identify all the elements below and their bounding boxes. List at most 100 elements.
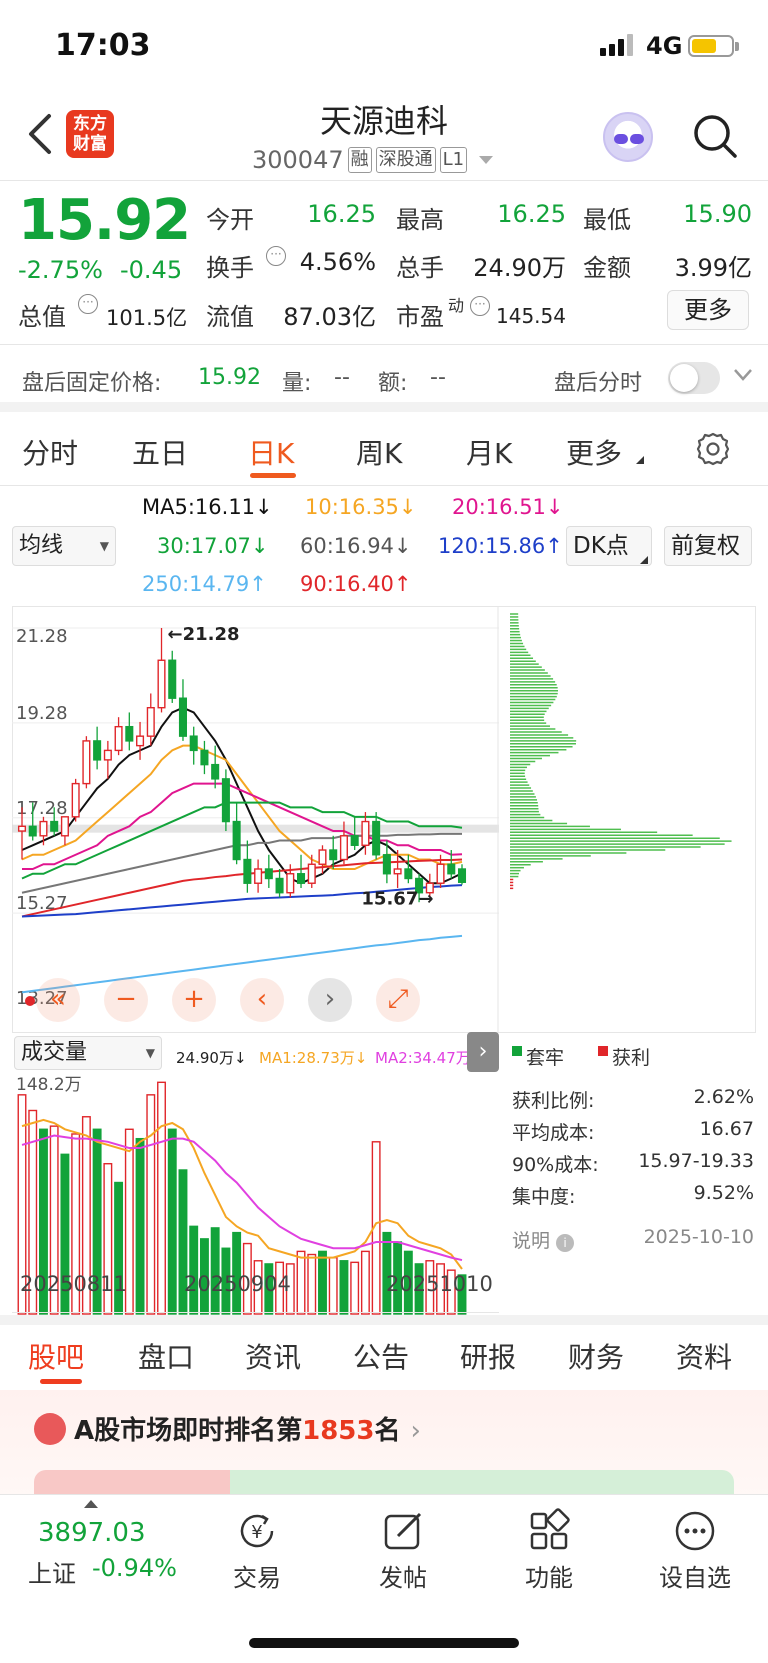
- vol-legend-current: 24.90万↓: [176, 1049, 247, 1067]
- pe-label: 市盈: [396, 303, 444, 331]
- sentiment-bar: [34, 1470, 734, 1494]
- tabbar-watchlist[interactable]: 设自选: [650, 1508, 740, 1593]
- candle-body: [93, 740, 102, 761]
- candle-body: [382, 854, 391, 875]
- tab-guba[interactable]: 股吧: [28, 1336, 84, 1376]
- candle-body: [286, 873, 295, 894]
- candle-body: [393, 868, 402, 875]
- note-label: 说明: [512, 1230, 551, 1252]
- index-value[interactable]: 3897.03: [38, 1518, 146, 1548]
- chart-control-button[interactable]: ›: [308, 978, 352, 1022]
- after-hours-vol: --: [334, 365, 350, 390]
- ma5-value: MA5:16.11↓: [142, 495, 273, 519]
- candle-body: [178, 697, 188, 737]
- volume-bar: [135, 1137, 145, 1315]
- chevron-down-icon[interactable]: [479, 156, 494, 164]
- index-change[interactable]: -0.94%: [92, 1554, 177, 1582]
- chart-control-button[interactable]: +: [172, 978, 216, 1022]
- adjust-label: 前复权: [671, 533, 740, 559]
- chart-control-button[interactable]: −: [104, 978, 148, 1022]
- candle-body: [339, 835, 348, 861]
- tab-intraday[interactable]: 分时: [22, 432, 78, 472]
- stock-code: 300047: [252, 146, 344, 174]
- tabs-divider: [0, 485, 768, 486]
- more-button[interactable]: 更多: [667, 290, 749, 330]
- candle-body: [447, 863, 456, 875]
- rank-chart-icon: [34, 1413, 66, 1445]
- rank-text[interactable]: A股市场即时排名第1853名 ›: [74, 1410, 421, 1447]
- signal-icon: [600, 34, 633, 56]
- avg-cost-label: 平均成本:: [512, 1122, 595, 1144]
- candle-body: [361, 820, 370, 846]
- chart-control-button[interactable]: «: [36, 978, 80, 1022]
- volume-select[interactable]: 成交量 ▼: [14, 1036, 162, 1070]
- after-hours-amt: --: [430, 365, 446, 390]
- volume-bar: [296, 1250, 306, 1315]
- expand-up-icon[interactable]: [84, 1500, 98, 1508]
- ma250-value: 250:14.79↑: [142, 572, 267, 596]
- collapse-panel-button[interactable]: ›: [467, 1032, 499, 1072]
- kline-chart[interactable]: 21.2819.2817.2815.2713.27←21.2815.67→: [12, 606, 499, 1033]
- volume-bar: [328, 1256, 338, 1315]
- search-icon[interactable]: [692, 113, 738, 159]
- tag-connect: 深股通: [375, 147, 436, 173]
- x-label-start: 20250811: [20, 1272, 127, 1296]
- tab-weekly-k[interactable]: 周K: [356, 432, 402, 472]
- tab-research[interactable]: 研报: [460, 1336, 516, 1376]
- adjust-button[interactable]: 前复权: [664, 526, 752, 566]
- chip-distribution-chart: [510, 613, 732, 890]
- volume-bar: [167, 1128, 177, 1315]
- tab-five-day[interactable]: 五日: [132, 432, 188, 472]
- tab-more[interactable]: 更多: [566, 432, 622, 472]
- battery-tip: [735, 42, 739, 51]
- candle-body: [275, 877, 284, 894]
- vol-legend-ma1: MA1:28.73万↓: [259, 1049, 368, 1067]
- tab-announcements[interactable]: 公告: [353, 1336, 409, 1376]
- legend-profit: 获利: [612, 1047, 651, 1069]
- info-dots-icon[interactable]: ···: [266, 246, 286, 266]
- after-hours-vol-label: 量:: [282, 371, 312, 396]
- ma60-value: 60:16.94↓: [300, 534, 412, 558]
- info-dots-icon[interactable]: ···: [470, 296, 490, 316]
- tab-pankou[interactable]: 盘口: [138, 1336, 194, 1376]
- chart-control-button[interactable]: ⤢: [376, 978, 420, 1022]
- tab-monthly-k[interactable]: 月K: [466, 432, 512, 472]
- tab-profile[interactable]: 资料: [676, 1336, 732, 1376]
- ma30-value: 30:17.07↓: [157, 534, 269, 558]
- info-dots-icon[interactable]: ···: [78, 294, 98, 314]
- chart-control-button[interactable]: ‹: [240, 978, 284, 1022]
- tab-finance[interactable]: 财务: [568, 1336, 624, 1376]
- ma90-value: 90:16.40↑: [300, 572, 412, 596]
- candle-body: [157, 659, 166, 709]
- volume-label: 总手: [396, 254, 444, 282]
- candle-body: [28, 825, 37, 837]
- chevron-down-icon[interactable]: [733, 368, 753, 382]
- more-dots-icon: [675, 1511, 715, 1551]
- gear-icon[interactable]: [696, 432, 730, 466]
- rank-suffix: 名: [374, 1416, 401, 1446]
- tabbar-functions[interactable]: 功能: [504, 1508, 594, 1593]
- after-hours-toggle[interactable]: [668, 362, 720, 394]
- robot-assistant-icon[interactable]: [603, 112, 653, 162]
- candle-body: [329, 849, 338, 861]
- stock-code-line[interactable]: 300047 融 深股通 L1: [252, 146, 494, 174]
- note-link[interactable]: 说明 i: [512, 1226, 575, 1253]
- tab-daily-k[interactable]: 日K: [248, 432, 294, 472]
- tab-news[interactable]: 资讯: [245, 1336, 301, 1376]
- battery-icon: [688, 35, 734, 57]
- tabbar-trade[interactable]: ¥ 交易: [212, 1508, 302, 1593]
- cost90-label: 90%成本:: [512, 1154, 599, 1176]
- ma60-line: [21, 832, 462, 894]
- candle-body: [436, 863, 445, 884]
- min-price-label: 15.67→: [361, 889, 433, 910]
- index-name[interactable]: 上证: [28, 1554, 76, 1589]
- tabbar-post[interactable]: 发帖: [358, 1508, 448, 1593]
- ma-select[interactable]: 均线 ▼: [12, 526, 116, 566]
- candle-body: [103, 749, 112, 761]
- volume-bar: [339, 1260, 349, 1315]
- candle-body: [17, 825, 27, 832]
- amount-label: 金额: [583, 254, 631, 282]
- last-price: 15.92: [18, 188, 191, 253]
- legend-trapped: 套牢: [526, 1047, 565, 1069]
- after-hours-label: 盘后固定价格:: [22, 371, 162, 396]
